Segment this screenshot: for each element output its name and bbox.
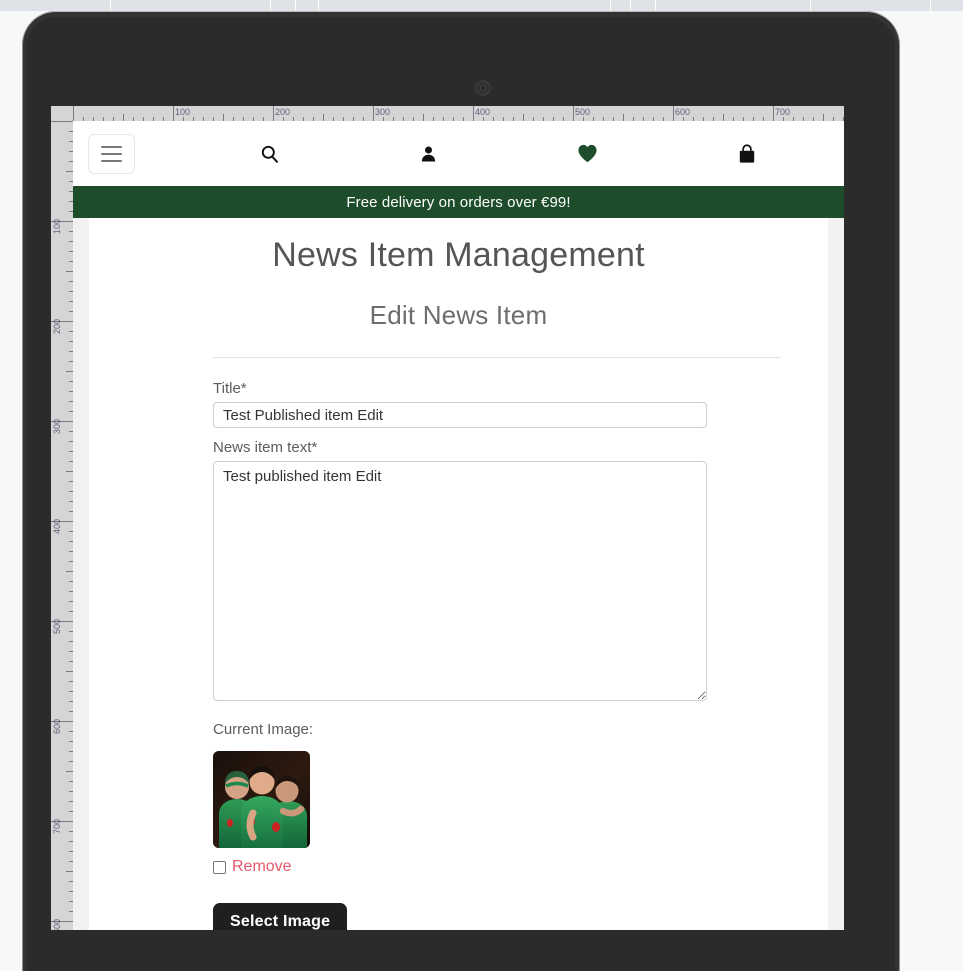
horizontal-ruler[interactable]: 100200300400500600700800 xyxy=(73,106,844,121)
ruler-label: 500 xyxy=(575,107,591,117)
ruler-tick xyxy=(673,106,674,121)
ruler-tick xyxy=(73,106,74,121)
ruler-label: 300 xyxy=(375,107,391,117)
ruler-tick xyxy=(66,671,73,672)
ruler-tick xyxy=(66,171,73,172)
hamburger-bar xyxy=(101,145,122,148)
ruler-tick xyxy=(51,121,73,122)
cart-bag-icon[interactable] xyxy=(738,143,756,164)
account-icon[interactable] xyxy=(419,144,438,164)
page-right-gutter xyxy=(828,218,844,930)
search-icon[interactable] xyxy=(260,144,279,163)
vertical-ruler[interactable]: 100200300400500600700800900 xyxy=(51,121,73,930)
ruler-tick xyxy=(273,106,274,121)
ruler-label: 400 xyxy=(52,519,62,535)
title-divider xyxy=(213,357,781,358)
title-field-label: Title* xyxy=(213,380,247,397)
title-input[interactable] xyxy=(213,402,707,428)
wishlist-heart-icon[interactable] xyxy=(577,144,598,163)
ruler-label: 400 xyxy=(475,107,491,117)
hamburger-menu-button[interactable] xyxy=(88,133,135,174)
ruler-label: 600 xyxy=(52,719,62,735)
ruler-tick xyxy=(66,371,73,372)
responsive-viewport: 100 200 300 400 500 600 700 800 100 200 300 400 500… xyxy=(51,106,844,930)
ruler-tick xyxy=(173,106,174,121)
ruler-tick xyxy=(66,571,73,572)
field-spacer xyxy=(213,428,709,439)
ruler-label: 700 xyxy=(52,819,62,835)
page-scroll-container: Free delivery on orders over €99! News I… xyxy=(73,121,844,930)
ruler-corner xyxy=(51,106,73,121)
ruler-label: 100 xyxy=(52,219,62,235)
tab-divider xyxy=(610,0,611,11)
site-header xyxy=(73,121,844,186)
ruler-label: 200 xyxy=(275,107,291,117)
ruler-tick xyxy=(573,106,574,121)
ruler-tick xyxy=(373,106,374,121)
tab-divider xyxy=(655,0,656,11)
rugby-players-photo xyxy=(213,751,310,848)
browser-tab-strip xyxy=(0,0,963,11)
ruler-tick xyxy=(623,114,624,121)
hamburger-bar xyxy=(101,152,122,155)
ruler-tick xyxy=(823,114,824,121)
ruler-label: 800 xyxy=(52,919,62,930)
page-content: News Item Management Edit News Item Titl… xyxy=(73,236,844,930)
ruler-label: 200 xyxy=(52,319,62,335)
ruler-label: 300 xyxy=(52,419,62,435)
ruler-label: 100 xyxy=(175,107,191,117)
ruler-tick xyxy=(523,114,524,121)
remove-image-checkbox[interactable] xyxy=(213,860,226,874)
ruler-tick xyxy=(473,106,474,121)
page-left-gutter xyxy=(73,218,89,930)
ruler-tick xyxy=(123,114,124,121)
remove-image-label[interactable]: Remove xyxy=(232,858,292,876)
news-item-text-textarea[interactable]: Test published item Edit xyxy=(213,461,707,701)
promo-banner-text: Free delivery on orders over €99! xyxy=(346,193,571,211)
current-image-thumbnail xyxy=(213,751,310,848)
hamburger-bar xyxy=(101,159,122,162)
tab-divider xyxy=(630,0,631,11)
ruler-tick xyxy=(66,471,73,472)
tab-divider xyxy=(295,0,296,11)
ruler-tick xyxy=(323,114,324,121)
tab-divider xyxy=(110,0,111,11)
select-image-button[interactable]: Select Image xyxy=(213,903,348,930)
ruler-tick xyxy=(223,114,224,121)
page-viewport: Free delivery on orders over €99! News I… xyxy=(73,121,844,930)
edit-news-item-form: Title* News item text* Test published it… xyxy=(213,380,709,930)
ruler-label: 700 xyxy=(775,107,791,117)
ruler-tick xyxy=(66,771,73,772)
tab-divider xyxy=(930,0,931,11)
ruler-tick xyxy=(723,114,724,121)
page-title: News Item Management xyxy=(272,236,645,274)
ruler-tick xyxy=(66,871,73,872)
camera-icon xyxy=(475,80,491,96)
tab-divider xyxy=(318,0,319,11)
header-icon-group xyxy=(135,143,844,164)
remove-image-row: Remove xyxy=(213,858,709,876)
ruler-label: 600 xyxy=(675,107,691,117)
current-image-label: Current Image: xyxy=(213,721,314,738)
page-subtitle: Edit News Item xyxy=(369,300,548,330)
ruler-tick xyxy=(66,271,73,272)
tab-divider xyxy=(270,0,271,11)
ruler-tick xyxy=(773,106,774,121)
ruler-label: 500 xyxy=(52,619,62,635)
body-field-label: News item text* xyxy=(213,439,318,456)
ruler-tick xyxy=(423,114,424,121)
promo-banner: Free delivery on orders over €99! xyxy=(73,186,844,218)
tab-divider xyxy=(810,0,811,11)
